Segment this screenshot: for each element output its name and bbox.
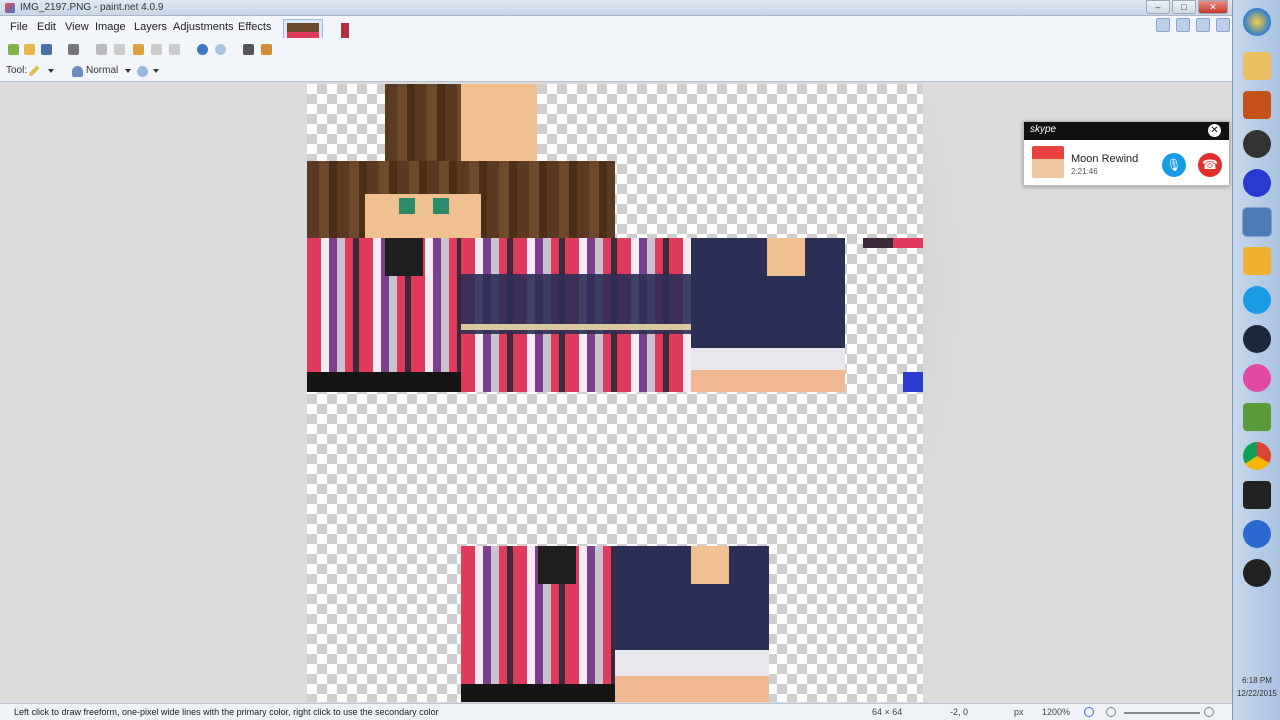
skin-arm-top [767, 238, 805, 276]
skin-shoe-top [385, 238, 423, 276]
title-bar: IMG_2197.PNG - paint.net 4.0.9 – □ ✕ [0, 0, 1232, 16]
redo-icon[interactable] [215, 44, 226, 55]
skin-belt [461, 324, 691, 330]
clock-time[interactable]: 6:18 PM [1233, 676, 1280, 685]
zoom-fit-icon[interactable] [1084, 707, 1094, 717]
cut-icon[interactable] [96, 44, 107, 55]
save-icon[interactable] [41, 44, 52, 55]
undo-icon[interactable] [197, 44, 208, 55]
app-icon-1[interactable] [1243, 91, 1271, 119]
window-title: IMG_2197.PNG - paint.net 4.0.9 [20, 2, 164, 13]
minimize-button[interactable]: – [1146, 0, 1170, 14]
clock-date[interactable]: 12/22/2015 [1233, 689, 1280, 698]
penguin-app-icon[interactable] [1243, 130, 1271, 158]
start-button-icon[interactable] [1243, 8, 1271, 36]
paste-icon[interactable] [133, 44, 144, 55]
skin-shoe-top-2 [538, 546, 576, 584]
skin-arm-left-cuff [615, 650, 769, 702]
layers-window-icon[interactable] [1196, 18, 1210, 32]
tool-dropdown-icon[interactable] [48, 69, 54, 73]
blend-mode-select[interactable]: Normal [86, 65, 118, 76]
tool-options-bar: Tool: Normal [0, 60, 1232, 82]
chrome-icon[interactable] [1243, 442, 1271, 470]
status-bar: Left click to draw freeform, one-pixel w… [0, 703, 1232, 720]
tool-label: Tool: [6, 65, 28, 76]
windows-taskbar: 6:18 PM 12/22/2015 [1232, 0, 1280, 720]
image-canvas[interactable] [307, 84, 923, 702]
blend-mode-dropdown-icon[interactable] [125, 69, 131, 73]
app-icon-3[interactable] [1243, 520, 1271, 548]
pencil-icon[interactable] [28, 65, 40, 77]
file-explorer-icon[interactable] [1243, 52, 1271, 80]
menu-view[interactable]: View [65, 21, 89, 33]
new-icon[interactable] [8, 44, 19, 55]
print-icon[interactable] [68, 44, 79, 55]
skin-leg-bottom [307, 372, 461, 392]
paintnet-app-icon [5, 3, 15, 13]
colors-window-icon[interactable] [1216, 18, 1230, 32]
menu-adjustments[interactable]: Adjustments [173, 21, 234, 33]
deselect-icon[interactable] [169, 44, 180, 55]
caller-avatar [1032, 146, 1064, 178]
tool-hint: Left click to draw freeform, one-pixel w… [14, 707, 439, 717]
skin-arm-left-top [691, 546, 729, 584]
skype-taskbar-icon[interactable] [1243, 286, 1271, 314]
call-duration: 2:21:46 [1071, 167, 1098, 176]
tools-window-icon[interactable] [1156, 18, 1170, 32]
skin-stray-pixels [863, 238, 923, 248]
close-button[interactable]: ✕ [1198, 0, 1228, 14]
open-icon[interactable] [24, 44, 35, 55]
zoom-level[interactable]: 1200% [1042, 707, 1070, 717]
paintnet-taskbar-icon[interactable] [1242, 207, 1272, 237]
skype-header: skype ✕ [1024, 122, 1229, 140]
caller-name: Moon Rewind [1071, 153, 1139, 165]
steam-icon[interactable] [1243, 325, 1271, 353]
skin-head-top [385, 84, 461, 161]
zoom-slider[interactable] [1124, 712, 1200, 714]
copy-icon[interactable] [114, 44, 125, 55]
skin-leg-left [307, 238, 461, 376]
skin-left-eye [399, 198, 415, 214]
skype-logo: skype [1030, 124, 1057, 135]
menu-effects[interactable]: Effects [238, 21, 271, 33]
image-size: 64 × 64 [872, 707, 903, 717]
ruler-icon[interactable] [261, 44, 272, 55]
end-call-button[interactable]: ☎ [1198, 153, 1222, 177]
app-icon-2[interactable] [1243, 247, 1271, 275]
crop-icon[interactable] [151, 44, 162, 55]
maximize-button[interactable]: □ [1172, 0, 1196, 14]
headphones-icon[interactable] [1243, 169, 1271, 197]
video-app-icon[interactable] [1243, 481, 1271, 509]
menu-layers[interactable]: Layers [134, 21, 167, 33]
menu-bar: File Edit View Image Layers Adjustments … [0, 16, 1232, 53]
antialiasing-icon[interactable] [137, 66, 148, 77]
zoom-out-icon[interactable] [1106, 707, 1116, 717]
itunes-icon[interactable] [1243, 364, 1271, 392]
minecraft-icon[interactable] [1243, 403, 1271, 431]
skype-call-widget: skype ✕ Moon Rewind 2:21:46 🎙 ☎ [1023, 121, 1230, 186]
menu-file[interactable]: File [10, 21, 28, 33]
obs-icon[interactable] [1243, 559, 1271, 587]
zoom-in-icon[interactable] [1204, 707, 1214, 717]
skin-arm-cuff [691, 348, 845, 392]
blend-mode-icon [72, 66, 83, 77]
cursor-position: -2, 0 [950, 707, 969, 717]
history-window-icon[interactable] [1176, 18, 1190, 32]
main-toolbar [0, 38, 1232, 60]
menu-image[interactable]: Image [95, 21, 126, 33]
skin-head-bottom [461, 84, 537, 161]
skype-close-button[interactable]: ✕ [1208, 124, 1221, 137]
antialiasing-dropdown-icon[interactable] [153, 69, 159, 73]
skin-leg-bottom-2 [461, 684, 615, 702]
skin-right-eye [433, 198, 449, 214]
window-controls: – □ ✕ [1146, 0, 1228, 14]
skin-stray-blue [903, 372, 923, 392]
menu-edit[interactable]: Edit [37, 21, 56, 33]
units-select[interactable]: px [1014, 707, 1024, 717]
skin-face [365, 194, 481, 238]
microphone-button[interactable]: 🎙 [1162, 153, 1186, 177]
grid-icon[interactable] [243, 44, 254, 55]
